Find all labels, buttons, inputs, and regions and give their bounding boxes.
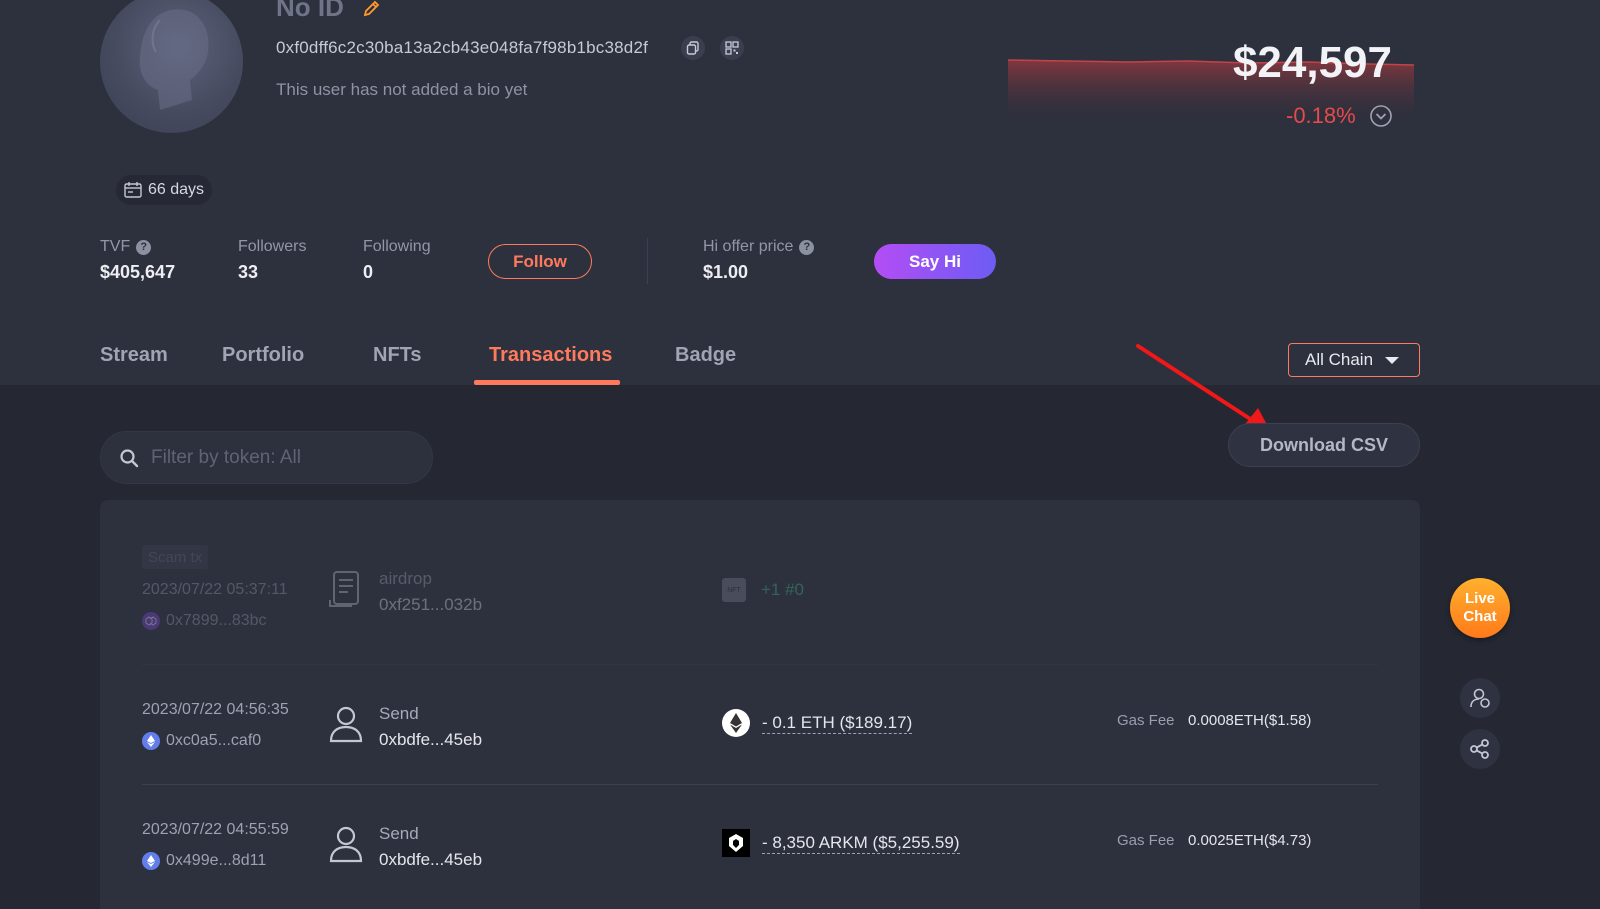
hi-offer-label: Hi offer price (703, 238, 794, 255)
tx-hash-link[interactable]: 0x7899...83bc (142, 612, 267, 630)
follow-button[interactable]: Follow (488, 244, 592, 279)
download-csv-button[interactable]: Download CSV (1228, 423, 1420, 467)
user-settings-icon (1470, 688, 1490, 708)
calendar-icon (124, 182, 142, 198)
tx-timestamp: 2023/07/22 05:37:11 (142, 581, 288, 598)
table-row[interactable]: 2023/07/22 04:56:35 0xc0a5...caf0 Send 0… (142, 665, 1378, 785)
help-icon[interactable]: ? (136, 239, 152, 255)
search-input[interactable] (151, 446, 411, 469)
qr-code-button[interactable] (720, 36, 744, 60)
polygon-chain-icon (142, 612, 160, 630)
token-filter-search[interactable] (100, 431, 433, 484)
copy-address-button[interactable] (681, 36, 705, 60)
tab-badge[interactable]: Badge (675, 344, 736, 367)
following-value: 0 (363, 262, 374, 282)
tx-hash: 0xc0a5...caf0 (166, 732, 262, 749)
wallet-address: 0xf0dff6c2c30ba13a2cb43e048fa7f98b1bc38d… (276, 38, 649, 57)
table-row[interactable]: 2023/07/22 04:55:59 0x499e...8d11 Send 0… (142, 785, 1378, 905)
tx-counterparty[interactable]: 0xbdfe...45eb (379, 850, 482, 870)
followers-stat[interactable]: Followers 33 (238, 238, 306, 283)
live-chat-button[interactable]: Live Chat (1450, 578, 1510, 638)
profile-header: No ID 0xf0dff6c2c30ba13a2cb43e048fa7f98b… (0, 0, 1600, 385)
tx-amount[interactable]: - 0.1 ETH ($189.17) (762, 713, 913, 734)
account-age-badge: 66 days (116, 175, 213, 205)
tvf-value: $405,647 (100, 262, 176, 282)
followers-value: 33 (238, 262, 259, 282)
tab-transactions[interactable]: Transactions (489, 344, 612, 367)
tx-type: airdrop (379, 569, 432, 588)
account-age-label: 66 days (148, 181, 205, 198)
chevron-down-circle-icon[interactable] (1369, 104, 1393, 128)
ethereum-chain-icon (142, 732, 160, 750)
tx-hash-link[interactable]: 0xc0a5...caf0 (142, 732, 261, 750)
tab-stream[interactable]: Stream (100, 344, 168, 367)
pencil-edit-icon[interactable] (362, 0, 382, 18)
contract-scroll-icon (329, 571, 359, 607)
following-label: Following (363, 238, 431, 255)
tx-type: Send (379, 824, 419, 843)
chain-filter-value: All Chain (1305, 350, 1374, 369)
qr-code-icon (725, 41, 739, 55)
tx-counterparty[interactable]: 0xf251...032b (379, 595, 482, 615)
tx-timestamp: 2023/07/22 04:55:59 (142, 821, 289, 838)
active-tab-indicator (474, 380, 620, 385)
tx-counterparty[interactable]: 0xbdfe...45eb (379, 730, 482, 750)
tab-portfolio[interactable]: Portfolio (222, 344, 304, 367)
nft-icon: NFT (722, 578, 746, 602)
transactions-panel: Scam tx 2023/07/22 05:37:11 0x7899...83b… (100, 500, 1420, 909)
search-icon (120, 448, 139, 467)
scam-tx-badge: Scam tx (142, 545, 209, 569)
following-stat[interactable]: Following 0 (363, 238, 431, 283)
tx-amount: +1 #0 (761, 580, 805, 599)
username: No ID (276, 0, 344, 22)
tx-timestamp: 2023/07/22 04:56:35 (142, 701, 289, 718)
tx-hash: 0x7899...83bc (166, 612, 267, 629)
share-icon (1470, 739, 1489, 759)
tab-nfts[interactable]: NFTs (373, 344, 422, 367)
user-icon (329, 826, 363, 863)
stats-divider (647, 238, 648, 284)
share-button[interactable] (1460, 729, 1500, 769)
caret-down-icon (1385, 357, 1399, 364)
tx-hash-link[interactable]: 0x499e...8d11 (142, 852, 266, 870)
user-bio: This user has not added a bio yet (276, 80, 528, 99)
tx-type: Send (379, 704, 419, 723)
help-icon[interactable]: ? (799, 239, 815, 255)
hi-offer-stat: Hi offer price? $1.00 (703, 238, 815, 283)
portfolio-total-value: $24,597 (1232, 38, 1392, 87)
portfolio-change: -0.18% (1286, 103, 1356, 128)
table-row[interactable]: Scam tx 2023/07/22 05:37:11 0x7899...83b… (142, 545, 1378, 665)
gas-fee-value: 0.0008ETH($1.58) (1188, 712, 1312, 729)
gas-fee-value: 0.0025ETH($4.73) (1188, 832, 1312, 849)
avatar[interactable] (100, 0, 243, 133)
tx-hash: 0x499e...8d11 (166, 852, 267, 869)
user-icon (329, 706, 363, 743)
ethereum-chain-icon (142, 852, 160, 870)
eth-icon (722, 709, 750, 737)
hi-offer-value: $1.00 (703, 262, 749, 282)
tvf-label: TVF (100, 238, 131, 255)
followers-label: Followers (238, 238, 307, 255)
profile-settings-button[interactable] (1460, 678, 1500, 718)
chain-filter-select[interactable]: All Chain (1288, 343, 1420, 377)
arkm-icon (722, 829, 750, 857)
tx-amount[interactable]: - 8,350 ARKM ($5,255.59) (762, 833, 960, 854)
avatar-silhouette-icon (139, 9, 209, 111)
copy-icon (686, 41, 699, 55)
gas-fee-label: Gas Fee (1117, 712, 1175, 729)
say-hi-button[interactable]: Say Hi (874, 244, 996, 279)
gas-fee-label: Gas Fee (1117, 832, 1175, 849)
tvf-stat: TVF? $405,647 (100, 238, 175, 283)
